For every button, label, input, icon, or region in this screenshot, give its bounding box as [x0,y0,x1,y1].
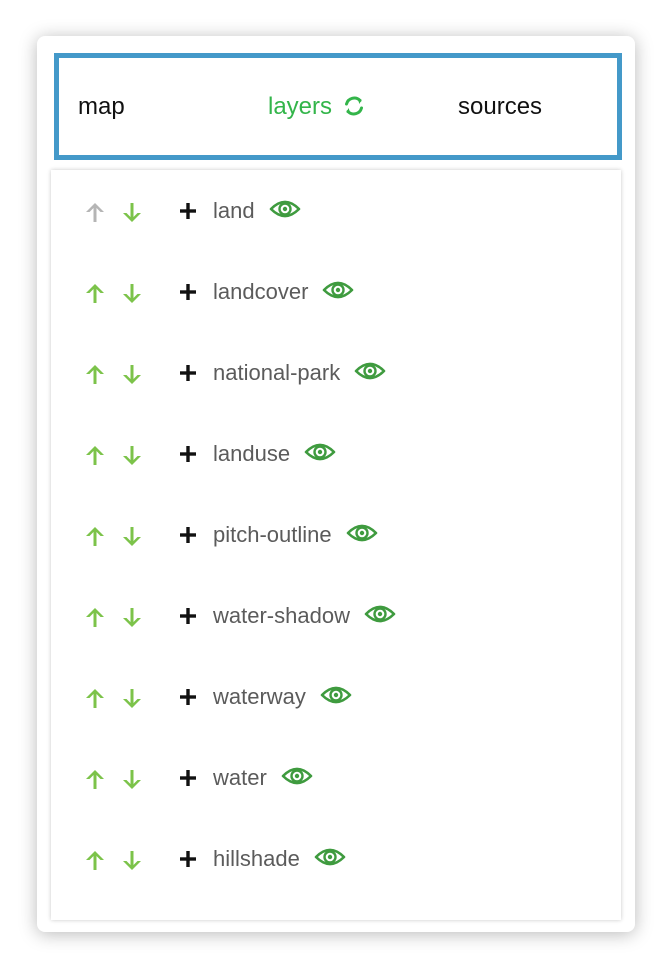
move-up-arrow-icon[interactable] [84,282,106,304]
visibility-eye-icon[interactable] [314,846,346,868]
tab-layers[interactable]: layers [268,58,366,155]
layer-name: pitch-outline [213,494,378,575]
layer-name: water [213,737,313,818]
layer-name-label: water [213,765,267,790]
layer-row: pitch-outline [51,494,621,575]
layer-name-label: water-shadow [213,603,350,628]
move-up-arrow-icon[interactable] [84,687,106,709]
move-up-arrow-icon [86,203,104,222]
move-down-arrow-icon[interactable] [121,363,143,385]
layer-name: waterway [213,656,352,737]
layer-name-label: waterway [213,684,306,709]
expand-plus-icon[interactable] [179,850,197,868]
move-down-arrow-icon[interactable] [121,768,143,790]
visibility-eye-icon[interactable] [346,522,378,544]
expand-plus-icon[interactable] [179,607,197,625]
move-down-arrow-icon[interactable] [121,687,143,709]
layer-row: landuse [51,413,621,494]
expand-plus-icon[interactable] [179,364,197,382]
move-up-arrow-icon[interactable] [84,444,106,466]
tab-map[interactable]: map [78,58,125,155]
move-down-arrow-icon[interactable] [121,282,143,304]
layer-row: land [51,170,621,251]
visibility-eye-icon[interactable] [354,360,386,382]
layer-name: hillshade [213,818,346,899]
layer-row: water-shadow [51,575,621,656]
layer-row: landcover [51,251,621,332]
layer-name-label: landcover [213,279,309,304]
move-down-arrow-icon[interactable] [121,525,143,547]
move-up-arrow-icon[interactable] [84,768,106,790]
visibility-eye-icon[interactable] [364,603,396,625]
layer-name-label: pitch-outline [213,522,332,547]
move-down-arrow-icon[interactable] [121,444,143,466]
visibility-eye-icon[interactable] [320,684,352,706]
layer-list: land landcover national-park landuse pitch-o… [51,170,621,920]
layer-name: landuse [213,413,336,494]
refresh-icon[interactable] [342,94,366,118]
move-down-arrow-icon[interactable] [121,201,143,223]
move-down-arrow-icon[interactable] [121,606,143,628]
visibility-eye-icon[interactable] [269,198,301,220]
layer-name: landcover [213,251,354,332]
tab-bar: map layers sources [54,53,622,160]
tab-sources[interactable]: sources [458,58,542,155]
layer-name: national-park [213,332,386,413]
layer-name: water-shadow [213,575,396,656]
expand-plus-icon[interactable] [179,688,197,706]
layer-name-label: land [213,198,255,223]
layer-name-label: national-park [213,360,341,385]
tab-layers-label: layers [268,93,333,120]
layer-name-label: landuse [213,441,291,466]
move-up-arrow-icon[interactable] [84,606,106,628]
layer-row: waterway [51,656,621,737]
move-up-arrow-icon[interactable] [84,363,106,385]
layer-row: hillshade [51,818,621,899]
visibility-eye-icon[interactable] [304,441,336,463]
move-up-arrow-icon[interactable] [84,525,106,547]
layer-name: land [213,170,301,251]
visibility-eye-icon[interactable] [281,765,313,787]
expand-plus-icon[interactable] [179,769,197,787]
layer-name-label: hillshade [213,846,300,871]
visibility-eye-icon[interactable] [322,279,354,301]
layer-row: water [51,737,621,818]
move-up-arrow-icon[interactable] [84,849,106,871]
layer-row: national-park [51,332,621,413]
expand-plus-icon[interactable] [179,283,197,301]
expand-plus-icon[interactable] [179,526,197,544]
layer-panel: map layers sources land landcover national… [37,36,635,932]
move-down-arrow-icon[interactable] [121,849,143,871]
expand-plus-icon[interactable] [179,445,197,463]
expand-plus-icon[interactable] [179,202,197,220]
